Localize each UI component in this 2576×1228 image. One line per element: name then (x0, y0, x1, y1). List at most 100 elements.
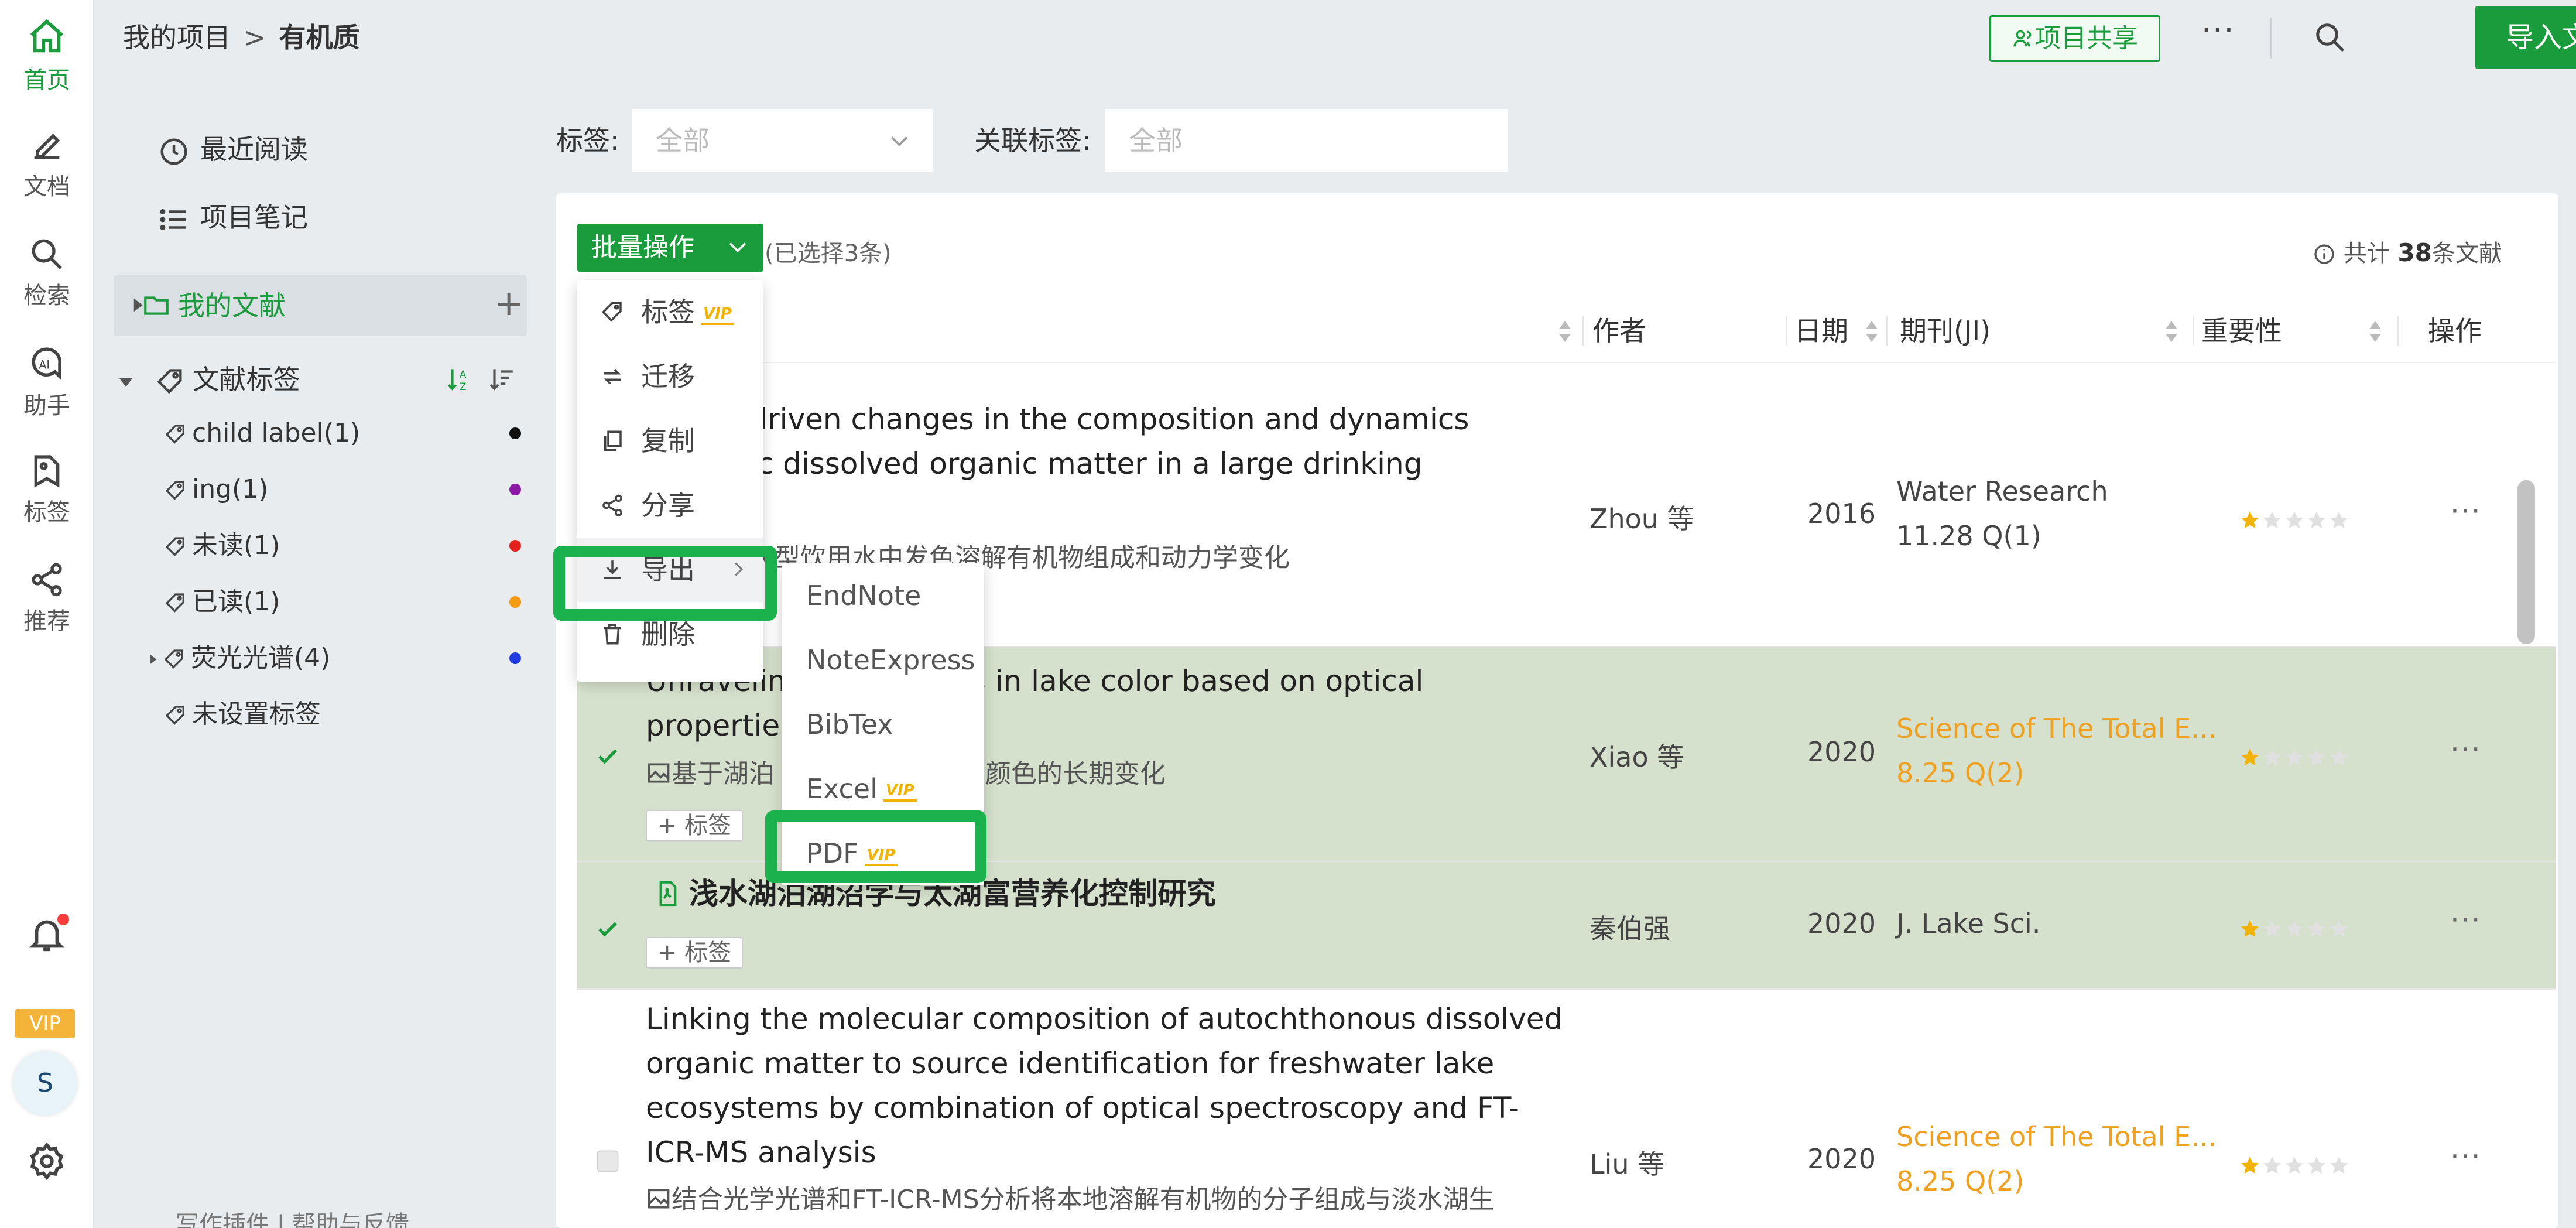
star-empty-icon[interactable] (2306, 918, 2327, 939)
sort-importance-icon[interactable] (2368, 320, 2382, 343)
nav-notes-label: 项目笔记 (200, 201, 308, 233)
star-empty-icon[interactable] (2328, 747, 2349, 768)
nav-project-notes[interactable]: 项目笔记 (158, 191, 308, 244)
table-row[interactable]: Linking the molecular composition of aut… (577, 990, 2556, 1228)
star-empty-icon[interactable] (2262, 509, 2283, 531)
more-options-button[interactable]: ··· (2201, 12, 2235, 49)
row-importance-stars[interactable] (2239, 509, 2351, 533)
batch-menu-tag[interactable]: 标签 VIP (577, 280, 763, 344)
star-filled-icon[interactable] (2239, 918, 2260, 939)
related-tag-value: 全部 (1129, 125, 1183, 156)
star-empty-icon[interactable] (2284, 509, 2305, 531)
vip-tag: VIP (883, 781, 917, 802)
sort-order-icon[interactable] (487, 364, 516, 394)
tag-item-ing[interactable]: ing(1) (164, 461, 521, 518)
star-empty-icon[interactable] (2284, 747, 2305, 768)
header-date[interactable]: 日期 (1794, 299, 1848, 363)
rail-settings[interactable] (0, 1141, 94, 1193)
star-empty-icon[interactable] (2306, 509, 2327, 531)
row-more-button[interactable]: ··· (2450, 733, 2482, 767)
table-scrollbar[interactable] (2517, 480, 2535, 644)
add-tag-button[interactable]: + 标签 (646, 810, 743, 842)
export-noteexpress[interactable]: NoteExpress (782, 628, 984, 692)
tag-item-child-label[interactable]: child label(1) (164, 405, 521, 461)
tag-icon (601, 302, 622, 322)
star-filled-icon[interactable] (2239, 509, 2260, 531)
add-folder-button[interactable]: + (494, 286, 523, 321)
batch-menu-migrate[interactable]: 迁移 (577, 344, 763, 409)
batch-operations-button[interactable]: 批量操作 (577, 224, 763, 272)
header-journal[interactable]: 期刊(JI) (1900, 299, 1991, 363)
row-title-cn-text: 结合光学光谱和FT-ICR-MS分析将本地溶解有机物的分子组成与淡水湖生 (672, 1185, 1495, 1215)
export-endnote[interactable]: EndNote (782, 563, 984, 628)
rail-assistant[interactable]: AI 助手 (0, 344, 94, 432)
batch-menu-copy[interactable]: 复制 (577, 409, 763, 473)
row-checkbox-checked-icon[interactable] (595, 744, 620, 769)
row-importance-stars[interactable] (2239, 918, 2351, 942)
row-journal[interactable]: J. Lake Sci. (1896, 908, 2040, 939)
star-empty-icon[interactable] (2328, 509, 2349, 531)
tag-item-unread[interactable]: 未读(1) (164, 518, 521, 574)
sort-journal-icon[interactable] (2164, 320, 2178, 343)
literature-tags-header[interactable]: 文献标签 AZ (117, 350, 527, 409)
top-search-button[interactable] (2313, 20, 2348, 57)
star-filled-icon[interactable] (2239, 1155, 2260, 1176)
star-empty-icon[interactable] (2262, 1155, 2283, 1176)
rail-home[interactable]: 首页 (0, 16, 94, 104)
row-checkbox-checked-icon[interactable] (595, 917, 620, 942)
star-empty-icon[interactable] (2306, 1155, 2327, 1176)
star-empty-icon[interactable] (2284, 1155, 2305, 1176)
vip-badge[interactable]: VIP (15, 1009, 75, 1038)
add-tag-button[interactable]: + 标签 (646, 937, 743, 969)
row-impact: 11.28 Q(1) (1896, 520, 2041, 552)
sort-title-icon[interactable] (1558, 320, 1572, 343)
sidebar-footer-links[interactable]: 写作插件 | 帮助与反馈 (176, 1205, 409, 1228)
nav-recent-reading[interactable]: 最近阅读 (158, 123, 308, 176)
tag-item-read[interactable]: 已读(1) (164, 574, 521, 630)
related-tag-select[interactable]: 全部 (1105, 109, 1508, 172)
row-more-button[interactable]: ··· (2450, 494, 2482, 528)
import-literature-button[interactable]: 导入文献 (2475, 6, 2576, 69)
row-checkbox-icon[interactable] (595, 1149, 620, 1174)
row-importance-stars[interactable] (2239, 1155, 2351, 1178)
tag-item-fluorescence[interactable]: 荧光光谱(4) (146, 630, 521, 686)
row-title[interactable]: w rate-driven changes in the composition… (646, 397, 1582, 531)
row-importance-stars[interactable] (2239, 747, 2351, 770)
batch-menu-share[interactable]: 分享 (577, 473, 763, 538)
star-empty-icon[interactable] (2284, 918, 2305, 939)
row-journal[interactable]: Science of The Total E... (1896, 713, 2217, 744)
tag-item-label: ing(1) (192, 474, 269, 504)
sort-date-icon[interactable] (1865, 320, 1879, 343)
rail-search[interactable]: 检索 (0, 235, 94, 323)
copy-icon (604, 430, 622, 451)
row-more-button[interactable]: ··· (2450, 903, 2482, 937)
row-journal[interactable]: Science of The Total E... (1896, 1121, 2217, 1152)
sort-az-icon[interactable]: AZ (445, 364, 474, 394)
star-empty-icon[interactable] (2306, 747, 2327, 768)
row-title[interactable]: Linking the molecular composition of aut… (646, 997, 1582, 1175)
breadcrumb-root[interactable]: 我的项目 (123, 22, 231, 53)
star-filled-icon[interactable] (2239, 747, 2260, 768)
rail-notifications[interactable] (0, 914, 94, 966)
star-empty-icon[interactable] (2262, 918, 2283, 939)
row-journal[interactable]: Water Research (1896, 476, 2108, 507)
project-share-button[interactable]: 项目共享 (1989, 15, 2160, 62)
star-empty-icon[interactable] (2328, 918, 2349, 939)
export-bibtex[interactable]: BibTex (782, 692, 984, 757)
breadcrumb-current: 有机质 (279, 22, 360, 53)
row-title-line: organic matter to source identification … (646, 1046, 1495, 1080)
row-more-button[interactable]: ··· (2450, 1140, 2482, 1174)
star-empty-icon[interactable] (2328, 1155, 2349, 1176)
rail-recommend[interactable]: 推荐 (0, 561, 94, 649)
row-title-line: Linking the molecular composition of aut… (646, 1002, 1563, 1036)
nav-my-literature[interactable]: 我的文献 + (114, 275, 527, 336)
header-author[interactable]: 作者 (1592, 299, 1646, 363)
tag-filter-select[interactable]: 全部 (632, 109, 933, 172)
rail-tags[interactable]: 标签 (0, 452, 94, 540)
star-empty-icon[interactable] (2262, 747, 2283, 768)
rail-docs[interactable]: 文档 (0, 126, 94, 214)
avatar[interactable]: S (13, 1051, 77, 1116)
header-importance[interactable]: 重要性 (2201, 299, 2282, 363)
tag-filter-label: 标签: (556, 125, 619, 156)
tag-item-untagged[interactable]: 未设置标签 (164, 686, 521, 743)
